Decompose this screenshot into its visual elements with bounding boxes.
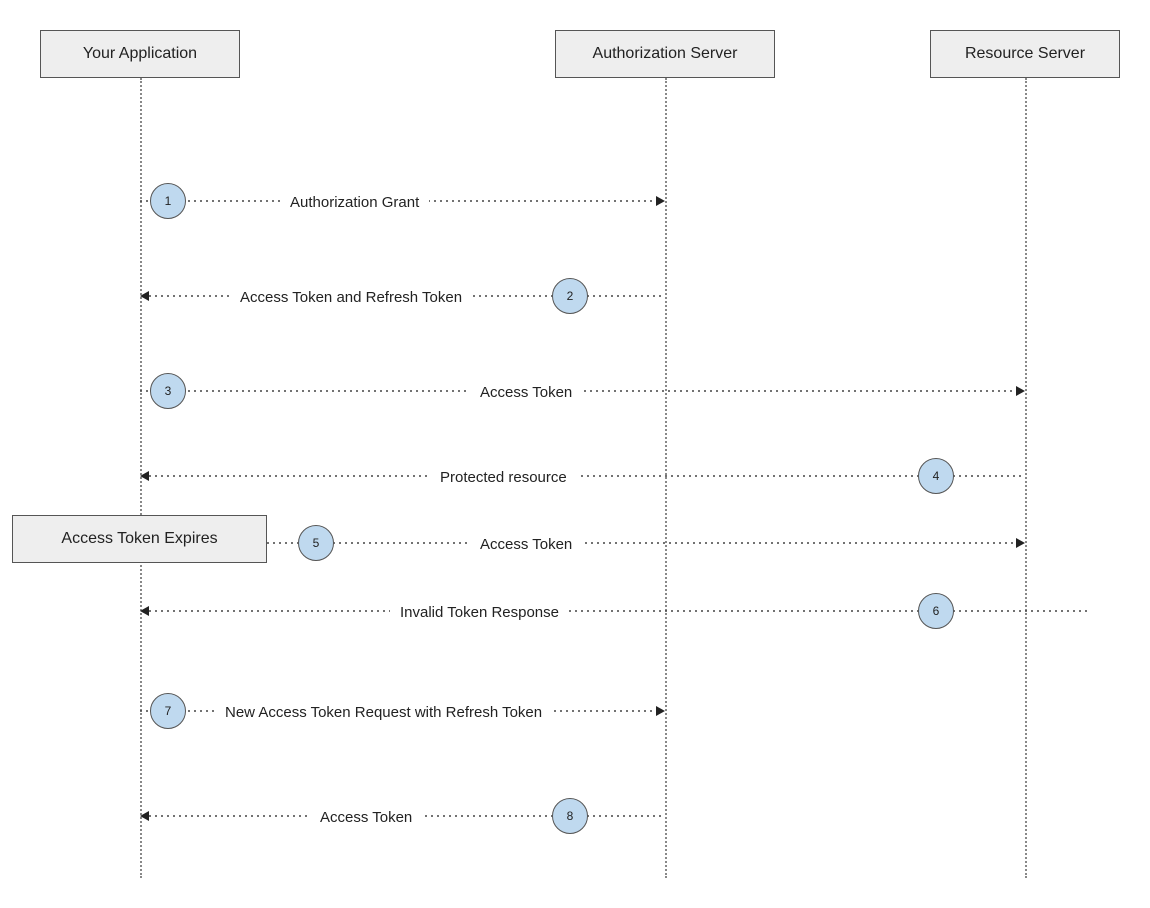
message-label-5: Access Token [470,532,582,557]
step-number: 1 [165,194,172,208]
message-label-1: Authorization Grant [280,190,429,215]
note-access-token-expires: Access Token Expires [12,515,267,563]
step-number: 3 [165,384,172,398]
message-label-3: Access Token [470,380,582,405]
step-circle-4: 4 [918,458,954,494]
participant-label: Resource Server [965,45,1085,62]
participant-authorization-server: Authorization Server [555,30,775,78]
step-circle-8: 8 [552,798,588,834]
step-circle-2: 2 [552,278,588,314]
arrow-step-3 [140,385,1025,397]
participant-label: Authorization Server [593,45,738,62]
arrow-step-5 [267,537,1025,549]
step-number: 7 [165,704,172,718]
step-number: 4 [933,469,940,483]
step-circle-5: 5 [298,525,334,561]
step-circle-1: 1 [150,183,186,219]
note-label: Access Token Expires [61,530,217,547]
arrow-step-4 [140,470,1025,482]
step-circle-3: 3 [150,373,186,409]
participant-resource-server: Resource Server [930,30,1120,78]
lifeline-resource-server [1025,78,1027,878]
message-label-6: Invalid Token Response [390,600,569,625]
participant-your-application: Your Application [40,30,240,78]
message-label-2: Access Token and Refresh Token [230,285,472,310]
participant-label: Your Application [83,45,197,62]
message-label-7: New Access Token Request with Refresh To… [215,700,552,725]
step-circle-7: 7 [150,693,186,729]
message-label-4: Protected resource [430,465,577,490]
step-number: 2 [567,289,574,303]
message-label-8: Access Token [310,805,422,830]
step-number: 8 [567,809,574,823]
step-number: 5 [313,536,320,550]
step-circle-6: 6 [918,593,954,629]
step-number: 6 [933,604,940,618]
